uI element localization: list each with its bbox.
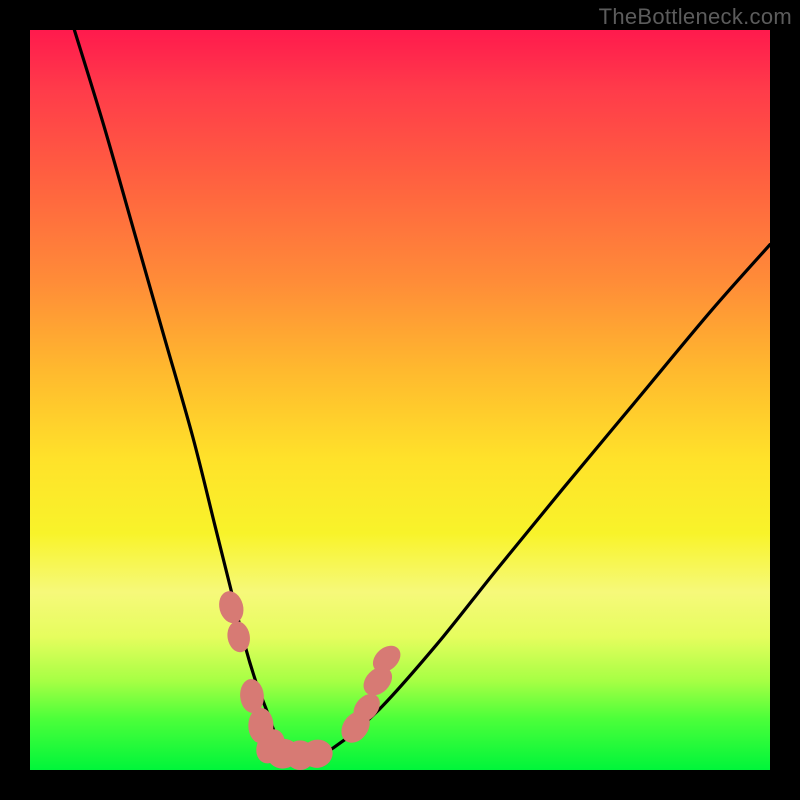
curve-marker (264, 736, 301, 770)
curve-marker (225, 620, 252, 654)
chart-svg (30, 30, 770, 770)
curve-marker (336, 706, 376, 748)
curve-marker (216, 588, 247, 626)
chart-plot-area (30, 30, 770, 770)
curve-marker (358, 661, 398, 701)
curve-markers (216, 588, 406, 770)
curve-marker (239, 678, 266, 714)
watermark-text: TheBottleneck.com (599, 4, 792, 30)
bottleneck-curve (74, 30, 770, 757)
curve-marker (348, 689, 385, 727)
curve-marker (251, 725, 290, 768)
curve-marker (299, 737, 334, 770)
curve-marker (248, 708, 273, 744)
curve-marker (285, 740, 315, 770)
chart-frame: TheBottleneck.com (0, 0, 800, 800)
curve-marker (368, 640, 406, 677)
